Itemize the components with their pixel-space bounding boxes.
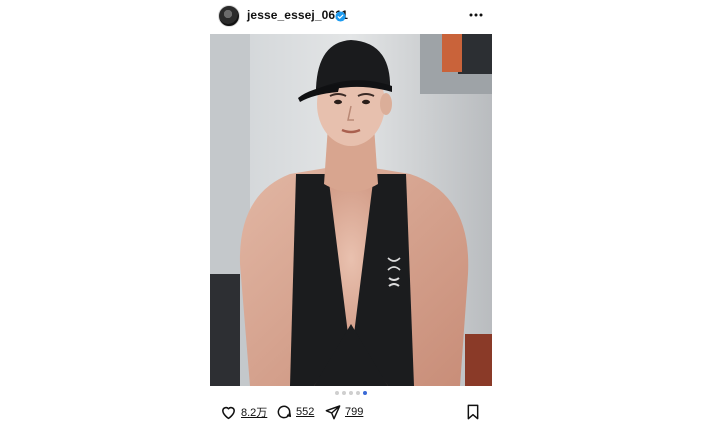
- share-button[interactable]: 799: [325, 404, 363, 420]
- save-button[interactable]: [466, 404, 480, 420]
- comment-count[interactable]: 552: [296, 406, 314, 418]
- carousel-dot: [342, 391, 346, 395]
- bookmark-icon: [466, 404, 480, 420]
- more-options-icon[interactable]: [466, 6, 486, 24]
- instagram-post: jesse_essej_0611 8.2万 552 799: [210, 0, 492, 425]
- carousel-dot: [349, 391, 353, 395]
- like-button[interactable]: 8.2万: [220, 404, 267, 420]
- carousel-dot-active: [363, 391, 367, 395]
- like-count[interactable]: 8.2万: [241, 404, 267, 420]
- post-photo[interactable]: [210, 34, 492, 386]
- comment-button[interactable]: 552: [276, 404, 314, 420]
- carousel-dot: [335, 391, 339, 395]
- share-count[interactable]: 799: [345, 406, 363, 418]
- username[interactable]: jesse_essej_0611: [247, 8, 348, 22]
- carousel-dot: [356, 391, 360, 395]
- post-actions: 8.2万 552 799: [210, 404, 492, 426]
- send-icon: [325, 404, 341, 420]
- avatar[interactable]: [218, 5, 240, 27]
- carousel-indicator: [210, 391, 492, 399]
- heart-icon: [220, 404, 237, 420]
- verified-badge-icon: [335, 9, 346, 22]
- post-header: jesse_essej_0611: [210, 0, 492, 34]
- comment-icon: [276, 404, 292, 420]
